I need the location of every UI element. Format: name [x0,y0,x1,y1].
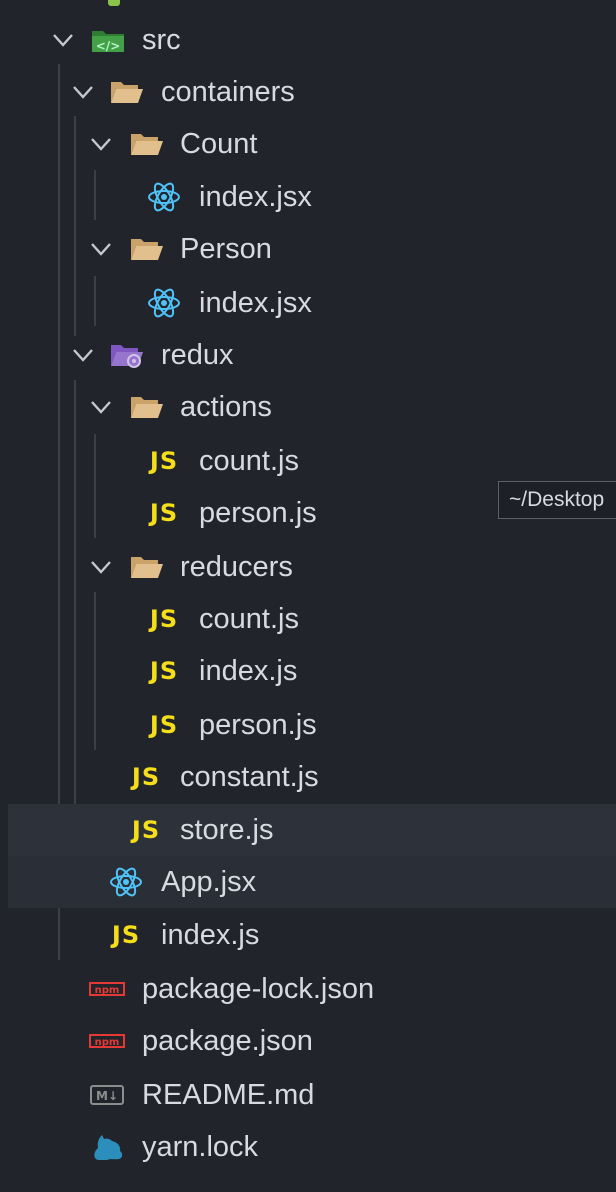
folder-redux-icon [108,340,144,370]
tree-label: count.js [199,445,299,477]
chevron-down-icon [53,34,73,47]
npm-icon-text: npm [95,1037,120,1048]
tree-label: yarn.lock [142,1131,259,1163]
tree-file-readme[interactable]: M↓ README.md [8,1069,616,1121]
tree-folder-redux[interactable]: redux [8,329,616,381]
folder-open-icon [128,392,164,422]
chevron-down-icon [91,138,111,151]
tree-file-app[interactable]: App.jsx [8,856,616,908]
tree-file-yarn[interactable]: yarn.lock [8,1121,616,1173]
tree-file-constant[interactable]: JS constant.js [8,751,616,803]
tree-folder-reducers[interactable]: reducers [8,541,616,593]
tree-file-package-lock[interactable]: npm package-lock.json [8,963,616,1015]
yarn-icon [89,1132,125,1162]
tree-file-reducers-index[interactable]: JS index.js [8,645,616,697]
tree-label: App.jsx [161,866,257,898]
markdown-icon-text: M↓ [96,1089,118,1103]
tree-label: redux [161,339,234,371]
tree-label: src [142,24,181,56]
tree-label: person.js [199,709,317,741]
tree-label: package.json [142,1025,313,1057]
tree-label: README.md [142,1079,315,1111]
tree-file-reducers-count[interactable]: JS count.js [8,593,616,645]
javascript-icon: JS [131,816,161,844]
chevron-down-icon [73,86,93,99]
file-explorer: </> src containers Count index.jsx Perso… [8,0,616,1192]
tree-file-count-index[interactable]: index.jsx [8,171,616,223]
tree-label: package-lock.json [142,973,375,1005]
tree-label: index.jsx [199,287,312,319]
tree-folder-actions[interactable]: actions [8,381,616,433]
tree-label: count.js [199,603,299,635]
tree-label: Count [180,128,258,160]
svg-text:</>: </> [96,39,121,53]
folder-open-icon [128,129,164,159]
tree-label: containers [161,76,295,108]
tree-folder-containers[interactable]: containers [8,66,616,118]
javascript-icon: JS [149,447,179,475]
react-icon [146,288,182,318]
tree-label: index.js [161,919,260,951]
markdown-icon: M↓ [89,1080,125,1110]
tree-label: person.js [199,497,317,529]
javascript-icon: JS [149,711,179,739]
tree-file-actions-count[interactable]: JS count.js [8,435,616,487]
javascript-icon: JS [149,605,179,633]
tree-file-src-index[interactable]: JS index.js [8,909,616,961]
tree-label: actions [180,391,272,423]
npm-icon: npm [89,974,125,1004]
javascript-icon: JS [149,499,179,527]
path-tooltip: ~/Desktop [498,481,616,519]
npm-icon-text: npm [95,985,120,996]
tree-file-person-index[interactable]: index.jsx [8,277,616,329]
tree-file-package[interactable]: npm package.json [8,1015,616,1067]
folder-open-icon [128,552,164,582]
tree-label: store.js [180,814,274,846]
chevron-down-icon [91,243,111,256]
tree-file-reducers-person[interactable]: JS person.js [8,699,616,751]
tree-label: constant.js [180,761,319,793]
tree-label: Person [180,233,272,265]
chevron-down-icon [91,401,111,414]
javascript-icon: JS [149,657,179,685]
tree-folder-count[interactable]: Count [8,118,616,170]
tree-file-store[interactable]: JS store.js [8,804,616,856]
tree-label: index.jsx [199,181,312,213]
partial-file-icon [108,0,120,6]
tree-folder-person[interactable]: Person [8,223,616,275]
tree-folder-src[interactable]: </> src [8,14,616,66]
tree-label: index.js [199,655,298,687]
javascript-icon: JS [111,921,141,949]
javascript-icon: JS [131,763,161,791]
tree-label: reducers [180,551,293,583]
react-icon [108,867,144,897]
chevron-down-icon [73,349,93,362]
react-icon [146,182,182,212]
chevron-down-icon [91,561,111,574]
folder-open-icon [108,77,144,107]
npm-icon: npm [89,1026,125,1056]
folder-src-icon: </> [90,25,126,55]
folder-open-icon [128,234,164,264]
